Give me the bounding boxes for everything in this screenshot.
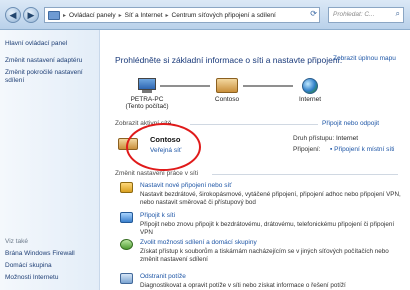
network-setup-icon (120, 182, 133, 193)
network-bench-icon (216, 78, 238, 93)
connections-label: Připojení: (293, 146, 321, 153)
connect-network-icon (120, 212, 133, 223)
chevron-right-icon: ▸ (118, 12, 122, 19)
divider (190, 124, 318, 125)
control-panel-icon (48, 10, 60, 20)
page-title: Prohlédněte si základní informace o síti… (115, 55, 343, 65)
task-desc-connect: Připojit nebo znovu připojit k bezdrátov… (140, 221, 395, 236)
internet-label: Internet (298, 96, 322, 103)
forward-button[interactable]: ▶ (23, 7, 39, 23)
sidebar-link-homegroup[interactable]: Domácí skupina (5, 262, 52, 270)
computer-icon (136, 78, 158, 93)
search-input[interactable]: Prohledat: C... ⌕ (328, 7, 404, 23)
breadcrumb-control-panel[interactable]: Ovládací panely (69, 12, 116, 19)
network-map: PETRA-PC (Tento počítač) Contoso Interne… (115, 78, 385, 118)
address-toolbar: ◀ ▶ ▸ Ovládací panely ▸ Síť a Internet ▸… (0, 0, 410, 30)
sidebar-link-advanced-sharing[interactable]: Změnit pokročilé nastavení sdílení (5, 69, 95, 85)
task-desc-troubleshoot: Diagnostikovat a opravit potíže v síti n… (140, 282, 346, 289)
chevron-right-icon: ▸ (63, 12, 67, 19)
task-troubleshoot: Odstranit potíže Diagnostikovat a opravi… (120, 273, 400, 290)
sidebar-link-internet-options[interactable]: Možnosti Internetu (5, 274, 58, 282)
task-desc-new-connection: Nastavit bezdrátové, širokopásmové, vytá… (140, 191, 401, 206)
troubleshoot-icon (120, 273, 133, 284)
breadcrumb-network-center[interactable]: Centrum síťových připojení a sdílení (172, 12, 276, 19)
network-name: Contoso (214, 96, 240, 103)
change-settings-heading: Změnit nastavení práce v síti (115, 170, 199, 177)
map-node-network[interactable]: Contoso (197, 78, 257, 103)
homegroup-icon (120, 239, 133, 250)
task-new-connection: Nastavit nové připojení nebo síť Nastavi… (120, 182, 401, 212)
full-map-link[interactable]: Zobrazit úplnou mapu (333, 55, 396, 62)
local-connection-link[interactable]: ▪ Připojení k místní síti (330, 146, 394, 153)
map-node-internet[interactable]: Internet (280, 78, 340, 103)
chevron-right-icon: ▸ (165, 12, 169, 19)
globe-icon (302, 78, 318, 94)
search-placeholder: Prohledat: C... (333, 11, 375, 18)
computer-name: PETRA-PC (130, 96, 164, 103)
see-also-heading: Viz také (5, 238, 29, 245)
connect-disconnect-link[interactable]: Připojit nebo odpojit (322, 120, 379, 127)
refresh-icon[interactable]: ⟳ (310, 9, 317, 18)
access-type-value: Internet (336, 135, 359, 142)
sidebar-link-home[interactable]: Hlavní ovládací panel (5, 40, 67, 48)
task-desc-sharing: Získat přístup k souborům a tiskárnám na… (140, 248, 389, 263)
back-button[interactable]: ◀ (5, 7, 21, 23)
computer-sub: (Tento počítač) (125, 103, 169, 110)
task-sharing: Zvolit možnosti sdílení a domácí skupiny… (120, 239, 400, 269)
sidebar-link-firewall[interactable]: Brána Windows Firewall (5, 250, 75, 258)
task-title-new-connection[interactable]: Nastavit nové připojení nebo síť (140, 182, 232, 189)
search-icon[interactable]: ⌕ (396, 9, 400, 19)
left-nav-pane: Hlavní ovládací panel Změnit nastavení a… (0, 30, 100, 290)
sidebar-link-adapter-settings[interactable]: Změnit nastavení adaptéru (5, 57, 82, 65)
active-network-panel: Contoso Veřejná síť Druh přístupu: Inter… (118, 123, 408, 171)
address-bar[interactable]: ▸ Ovládací panely ▸ Síť a Internet ▸ Cen… (44, 7, 320, 23)
breadcrumb-network-internet[interactable]: Síť a Internet (125, 12, 163, 19)
task-title-sharing[interactable]: Zvolit možnosti sdílení a domácí skupiny (140, 239, 257, 246)
divider (212, 174, 398, 175)
access-type-label: Druh přístupu: (293, 135, 335, 142)
task-title-connect[interactable]: Připojit k síti (140, 212, 175, 219)
local-connection-label: Připojení k místní síti (334, 146, 395, 153)
red-highlight-ring (126, 123, 201, 171)
map-node-computer[interactable]: PETRA-PC (Tento počítač) (117, 78, 177, 110)
task-connect: Připojit k síti Připojit nebo znovu přip… (120, 212, 400, 236)
task-title-troubleshoot[interactable]: Odstranit potíže (140, 273, 186, 280)
main-content: Prohlédněte si základní informace o síti… (100, 30, 410, 290)
